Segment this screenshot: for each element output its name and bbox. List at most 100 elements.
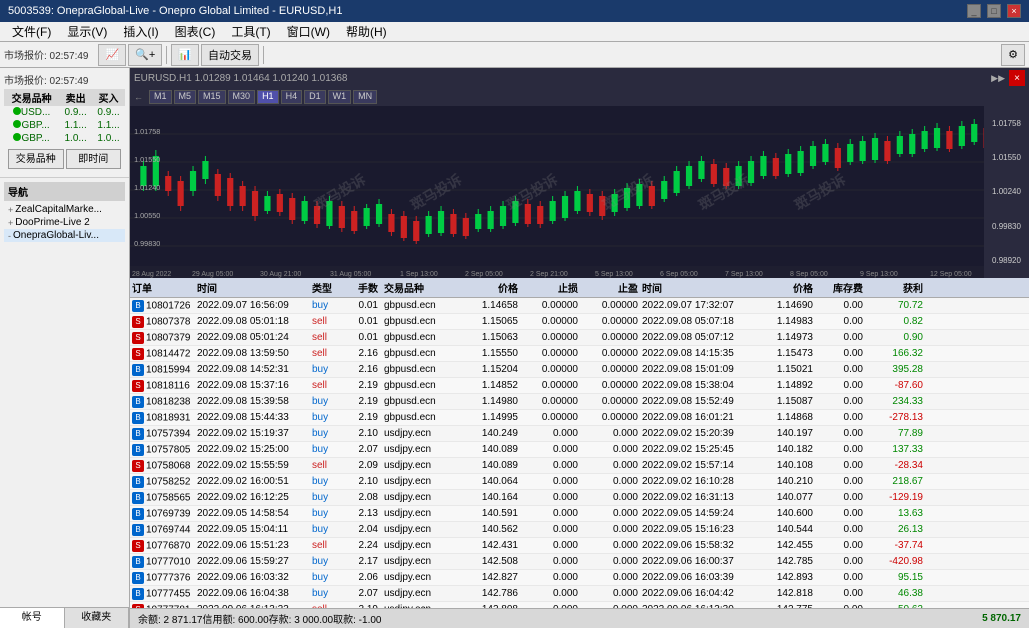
table-row[interactable]: B10818238 2022.09.08 15:39:58 buy 2.19 g… xyxy=(130,394,1029,410)
menu-chart[interactable]: 图表(C) xyxy=(167,21,224,42)
symbol-row-gbp1[interactable]: GBP... 1.1... 1.1... xyxy=(4,119,125,132)
tf-m5[interactable]: M5 xyxy=(174,90,197,104)
order-type-icon: B xyxy=(132,300,144,312)
title-bar: 5003539: OnepraGlobal-Live - Onepro Glob… xyxy=(0,0,1029,22)
cell-symbol: gbpusd.ecn xyxy=(380,316,460,327)
cell-tp: 0.000 xyxy=(580,444,640,455)
cell-profit: -278.13 xyxy=(865,412,925,423)
tf-mn[interactable]: MN xyxy=(353,90,377,104)
table-row[interactable]: S10818116 2022.09.08 15:37:16 sell 2.19 … xyxy=(130,378,1029,394)
menu-tools[interactable]: 工具(T) xyxy=(223,21,278,42)
cell-lots: 2.19 xyxy=(345,396,380,407)
tab-favorites[interactable]: 收藏夹 xyxy=(65,608,130,628)
price-label-2: 1.01550 xyxy=(992,153,1021,162)
cell-order: B10757394 xyxy=(130,428,195,440)
cell-order: S10807379 xyxy=(130,332,195,344)
price-label-3: 1.00240 xyxy=(992,187,1021,196)
tf-h4[interactable]: H4 xyxy=(281,90,303,104)
cell-type: sell xyxy=(310,540,345,551)
nav-item-zeal[interactable]: + ZealCapitalMarke... xyxy=(4,203,125,216)
header-tp: 止盈 xyxy=(580,280,640,295)
tf-d1[interactable]: D1 xyxy=(304,90,326,104)
cell-opentime: 2022.09.08 15:39:58 xyxy=(195,396,310,407)
table-row[interactable]: S10776870 2022.09.06 15:51:23 sell 2.24 … xyxy=(130,538,1029,554)
nav-item-onepro[interactable]: - OnepraGlobal-Liv... xyxy=(4,229,125,242)
cell-lots: 2.09 xyxy=(345,460,380,471)
cell-closeprice: 140.108 xyxy=(755,460,815,471)
table-row[interactable]: B10777455 2022.09.06 16:04:38 buy 2.07 u… xyxy=(130,586,1029,602)
tf-m1[interactable]: M1 xyxy=(149,90,172,104)
cell-order: S10818116 xyxy=(130,380,195,392)
cell-opentime: 2022.09.08 05:01:18 xyxy=(195,316,310,327)
menu-window[interactable]: 窗口(W) xyxy=(279,21,338,42)
tf-w1[interactable]: W1 xyxy=(328,90,352,104)
table-row[interactable]: B10757805 2022.09.02 15:25:00 buy 2.07 u… xyxy=(130,442,1029,458)
table-row[interactable]: S10814472 2022.09.08 13:59:50 sell 2.16 … xyxy=(130,346,1029,362)
menu-insert[interactable]: 插入(I) xyxy=(115,21,166,42)
table-row[interactable]: B10801726 2022.09.07 16:56:09 buy 0.01 g… xyxy=(130,298,1029,314)
header-closetime: 时间 xyxy=(640,280,755,295)
chart-zoom-controls: ▶▶ xyxy=(991,73,1005,84)
indicators-btn[interactable]: 📊 xyxy=(171,44,199,66)
cell-opentime: 2022.09.08 15:37:16 xyxy=(195,380,310,391)
table-row[interactable]: B10758565 2022.09.02 16:12:25 buy 2.08 u… xyxy=(130,490,1029,506)
table-row[interactable]: B10769744 2022.09.05 15:04:11 buy 2.04 u… xyxy=(130,522,1029,538)
table-row[interactable]: S10758068 2022.09.02 15:55:59 sell 2.09 … xyxy=(130,458,1029,474)
cell-closetime: 2022.09.06 16:00:37 xyxy=(640,556,755,567)
cell-lots: 0.01 xyxy=(345,300,380,311)
symbol-row-gbp2[interactable]: GBP... 1.0... 1.0... xyxy=(4,132,125,145)
order-type-icon: S xyxy=(132,540,144,552)
table-row[interactable]: B10815994 2022.09.08 14:52:31 buy 2.16 g… xyxy=(130,362,1029,378)
symbol-row-usd[interactable]: USD... 0.9... 0.9... xyxy=(4,106,125,119)
nav-label-onepro: OnepraGlobal-Liv... xyxy=(13,230,99,241)
cell-order: S10814472 xyxy=(130,348,195,360)
minimize-button[interactable]: _ xyxy=(967,4,981,18)
cell-swap: 0.00 xyxy=(815,556,865,567)
table-row[interactable]: S10807379 2022.09.08 05:01:24 sell 0.01 … xyxy=(130,330,1029,346)
cell-lots: 2.16 xyxy=(345,348,380,359)
cell-price: 140.089 xyxy=(460,460,520,471)
nav-item-doo[interactable]: + DooPrime-Live 2 xyxy=(4,216,125,229)
close-button[interactable]: × xyxy=(1007,4,1021,18)
auto-trade-btn[interactable]: 自动交易 xyxy=(201,44,259,66)
trade-instant-btn[interactable]: 即时间 xyxy=(66,149,122,169)
cell-closetime: 2022.09.05 14:59:24 xyxy=(640,508,755,519)
maximize-button[interactable]: □ xyxy=(987,4,1001,18)
new-chart-btn[interactable]: 📈 xyxy=(98,44,126,66)
svg-text:2 Sep 05:00: 2 Sep 05:00 xyxy=(465,271,503,278)
svg-text:31 Aug 05:00: 31 Aug 05:00 xyxy=(330,271,371,278)
cell-opentime: 2022.09.02 16:00:51 xyxy=(195,476,310,487)
table-row[interactable]: B10777376 2022.09.06 16:03:32 buy 2.06 u… xyxy=(130,570,1029,586)
cell-order: B10758565 xyxy=(130,492,195,504)
cell-closetime: 2022.09.07 17:32:07 xyxy=(640,300,755,311)
symbols-section: 市场报价: 02:57:49 交易品种 卖出 买入 USD... 0.9... … xyxy=(0,68,129,178)
order-type-icon: S xyxy=(132,380,144,392)
zoom-in-btn[interactable]: 🔍+ xyxy=(128,44,162,66)
tf-m30[interactable]: M30 xyxy=(228,90,256,104)
cell-sl: 0.00000 xyxy=(520,348,580,359)
table-row[interactable]: B10818931 2022.09.08 15:44:33 buy 2.19 g… xyxy=(130,410,1029,426)
symbols-table: 交易品种 卖出 买入 USD... 0.9... 0.9... GBP... 1… xyxy=(4,89,125,145)
settings-btn[interactable]: ⚙ xyxy=(1001,44,1025,66)
table-row[interactable]: B10777010 2022.09.06 15:59:27 buy 2.17 u… xyxy=(130,554,1029,570)
chart-close-btn[interactable]: × xyxy=(1009,70,1025,86)
tf-h1[interactable]: H1 xyxy=(257,90,279,104)
table-row[interactable]: B10769739 2022.09.05 14:58:54 buy 2.13 u… xyxy=(130,506,1029,522)
table-row[interactable]: B10758252 2022.09.02 16:00:51 buy 2.10 u… xyxy=(130,474,1029,490)
right-area: EURUSD.H1 1.01289 1.01464 1.01240 1.0136… xyxy=(130,68,1029,628)
cell-order: B10769744 xyxy=(130,524,195,536)
cell-tp: 0.000 xyxy=(580,540,640,551)
menu-file[interactable]: 文件(F) xyxy=(4,21,59,42)
menu-help[interactable]: 帮助(H) xyxy=(338,21,395,42)
cell-closeprice: 1.14973 xyxy=(755,332,815,343)
usd-buy: 0.9... xyxy=(92,106,125,119)
left-panel: 市场报价: 02:57:49 交易品种 卖出 买入 USD... 0.9... … xyxy=(0,68,130,628)
cell-price: 140.064 xyxy=(460,476,520,487)
table-row[interactable]: B10757394 2022.09.02 15:19:37 buy 2.10 u… xyxy=(130,426,1029,442)
tab-accounts[interactable]: 帐号 xyxy=(0,608,65,628)
cell-closeprice: 1.14892 xyxy=(755,380,815,391)
menu-view[interactable]: 显示(V) xyxy=(59,21,115,42)
table-row[interactable]: S10807378 2022.09.08 05:01:18 sell 0.01 … xyxy=(130,314,1029,330)
trade-symbols-btn[interactable]: 交易品种 xyxy=(8,149,64,169)
tf-m15[interactable]: M15 xyxy=(198,90,226,104)
